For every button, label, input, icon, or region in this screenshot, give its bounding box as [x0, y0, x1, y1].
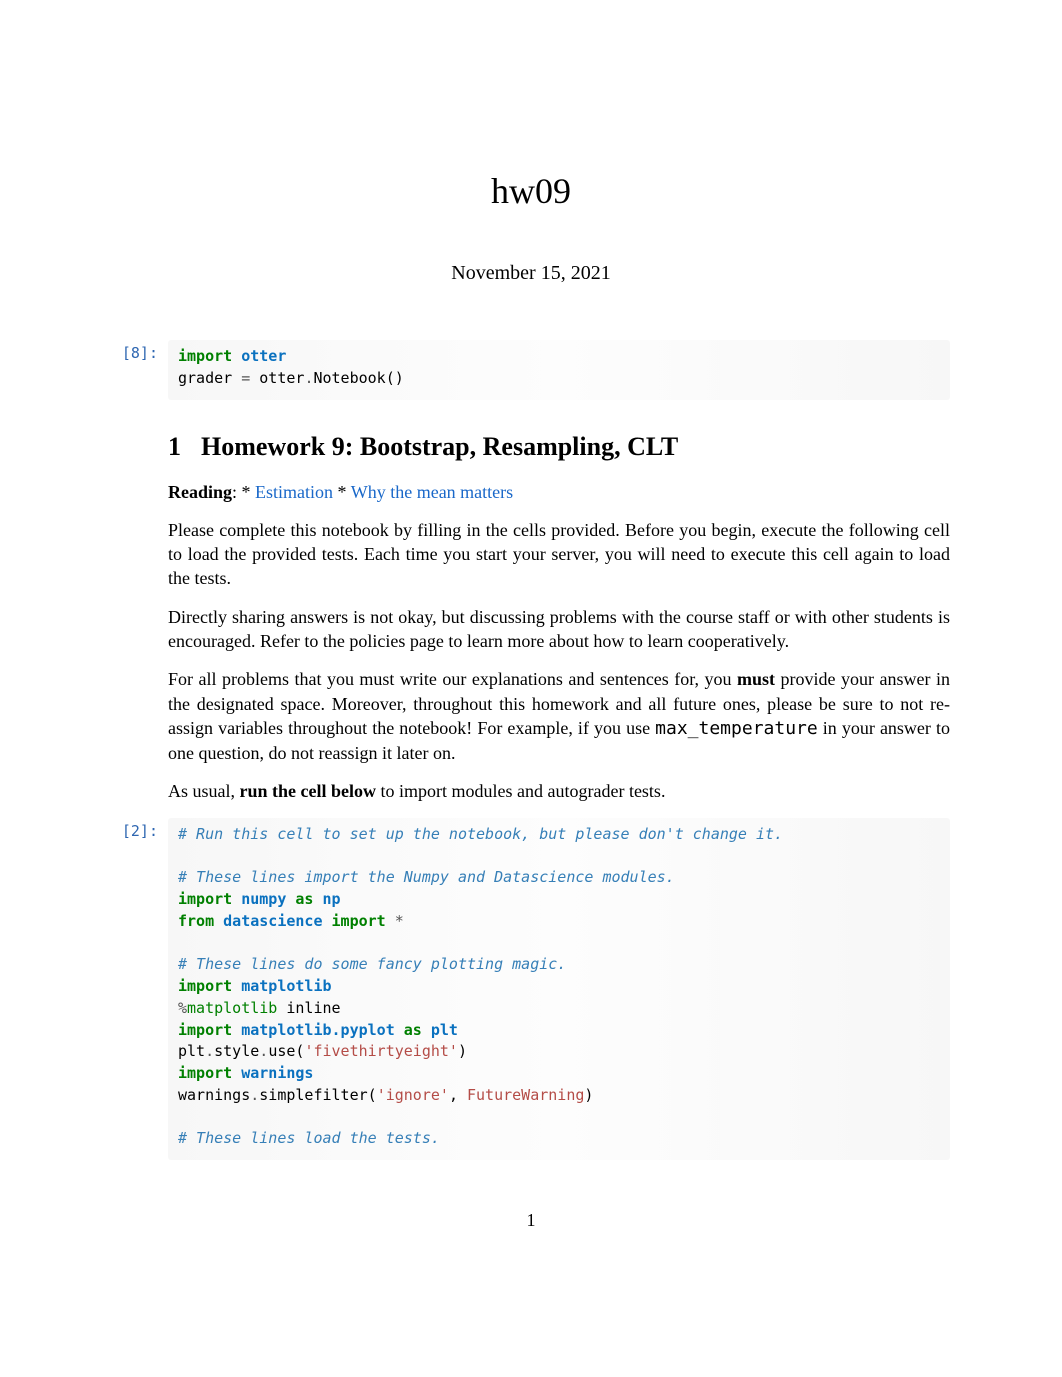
code-line: import otter: [178, 346, 940, 368]
code-cell-1: [8]: import otter grader = otter.Noteboo…: [112, 340, 950, 400]
link-why-mean-matters[interactable]: Why the mean matters: [351, 482, 513, 502]
code-line: # These lines do some fancy plotting mag…: [178, 954, 940, 976]
code-block: # Run this cell to set up the notebook, …: [168, 818, 950, 1160]
link-estimation[interactable]: Estimation: [255, 482, 333, 502]
code-line: [178, 846, 940, 868]
paragraph: For all problems that you must write our…: [168, 667, 950, 765]
code-line: grader = otter.Notebook(): [178, 368, 940, 390]
code-line: # These lines load the tests.: [178, 1128, 940, 1150]
document-title: hw09: [112, 170, 950, 212]
section-number: 1: [168, 432, 181, 462]
code-line: # These lines import the Numpy and Datas…: [178, 867, 940, 889]
page-number: 1: [112, 1210, 950, 1231]
code-line: warnings.simplefilter('ignore', FutureWa…: [178, 1085, 940, 1107]
paragraph: Directly sharing answers is not okay, bu…: [168, 605, 950, 654]
code-line: %matplotlib inline: [178, 998, 940, 1020]
code-line: # Run this cell to set up the notebook, …: [178, 824, 940, 846]
paragraph: As usual, run the cell below to import m…: [168, 779, 950, 803]
page: hw09 November 15, 2021 [8]: import otter…: [0, 170, 1062, 1231]
code-line: import matplotlib: [178, 976, 940, 998]
section-heading: 1 Homework 9: Bootstrap, Resampling, CLT: [168, 432, 950, 462]
cell-prompt: [8]:: [112, 340, 168, 362]
paragraph: Please complete this notebook by filling…: [168, 518, 950, 591]
code-block: import otter grader = otter.Notebook(): [168, 340, 950, 400]
code-line: import matplotlib.pyplot as plt: [178, 1020, 940, 1042]
cell-prompt: [2]:: [112, 818, 168, 840]
code-line: plt.style.use('fivethirtyeight'): [178, 1041, 940, 1063]
code-cell-2: [2]: # Run this cell to set up the noteb…: [112, 818, 950, 1160]
code-line: import numpy as np: [178, 889, 940, 911]
reading-line: Reading: * Estimation * Why the mean mat…: [168, 480, 950, 504]
code-line: [178, 933, 940, 955]
document-date: November 15, 2021: [112, 262, 950, 285]
code-line: [178, 1107, 940, 1129]
code-line: from datascience import *: [178, 911, 940, 933]
content-area: 1Homework 9: Bootstrap, Resampling, CLT …: [168, 432, 950, 804]
inline-code: max_temperature: [655, 718, 818, 739]
code-line: import warnings: [178, 1063, 940, 1085]
section-title: Homework 9: Bootstrap, Resampling, CLT: [201, 432, 678, 461]
